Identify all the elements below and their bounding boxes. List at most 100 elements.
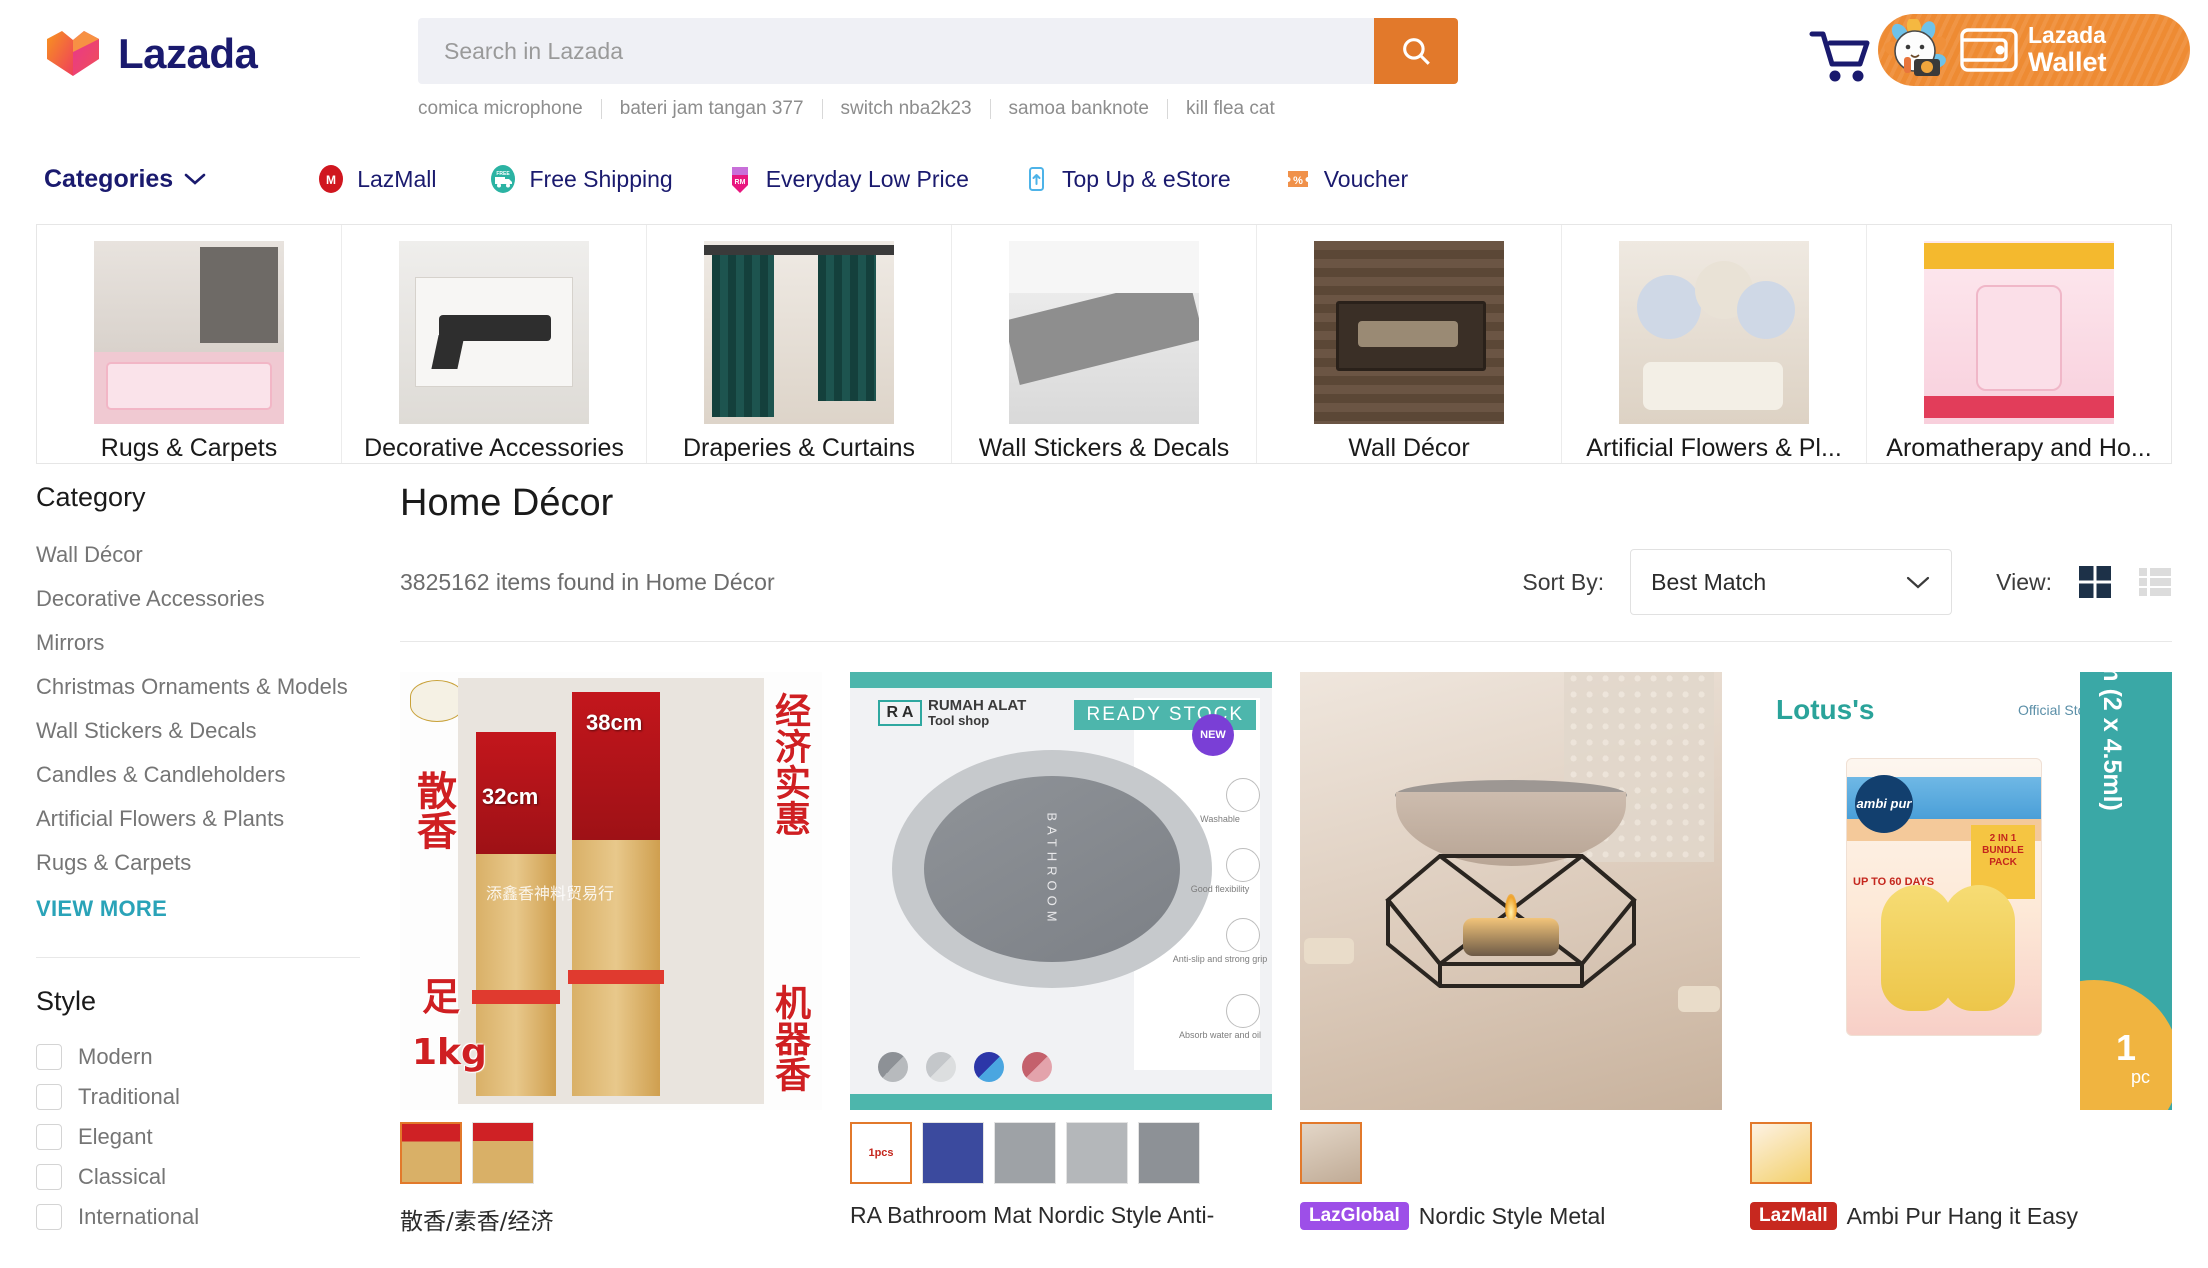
suggestion-3[interactable]: samoa banknote: [1009, 98, 1150, 120]
product-card[interactable]: LazGlobal Nordic Style Metal: [1300, 672, 1722, 1236]
seller-watermark-icon: [410, 680, 464, 722]
style-filter-elegant[interactable]: Elegant: [36, 1117, 360, 1157]
divider: [601, 99, 602, 119]
lazmall-badge: LazMall: [1750, 1202, 1837, 1230]
style-filter-label: Traditional: [78, 1077, 180, 1117]
nav-link-label: LazMall: [357, 166, 436, 193]
variant-thumbnail[interactable]: [400, 1122, 462, 1184]
nav-link-label: Voucher: [1324, 166, 1408, 193]
product-image: R A RUMAH ALAT Tool shop READY STOCK BAT…: [850, 672, 1272, 1110]
category-cell-wall-decor[interactable]: Wall Décor: [1257, 225, 1562, 463]
cart-button[interactable]: [1808, 28, 1872, 84]
category-label: Artificial Flowers & Pl...: [1586, 434, 1842, 463]
category-carousel[interactable]: Rugs & Carpets Decorative Accessories Dr…: [36, 224, 2172, 464]
style-filter-modern[interactable]: Modern: [36, 1037, 360, 1077]
variant-thumbnail[interactable]: [1066, 1122, 1128, 1184]
style-filter-classical[interactable]: Classical: [36, 1157, 360, 1197]
lazada-heart-icon: [44, 28, 102, 80]
sidebar-item-artificial-flowers[interactable]: Artificial Flowers & Plants: [36, 797, 360, 841]
checkbox[interactable]: [36, 1204, 62, 1230]
grid-view-icon[interactable]: [2078, 565, 2112, 599]
lazada-wallet-banner[interactable]: Lazada Wallet: [1878, 14, 2190, 86]
product-card[interactable]: 32cm 38cm 散香 足 1kg 经济实惠 机器香 添鑫香神料贸易行 散香/…: [400, 672, 822, 1236]
style-filter-traditional[interactable]: Traditional: [36, 1077, 360, 1117]
brand-name: ambi pur: [1857, 797, 1912, 811]
nav-link-free-shipping[interactable]: FREE Free Shipping: [488, 164, 672, 194]
category-cell-decorative-accessories[interactable]: Decorative Accessories: [342, 225, 647, 463]
suggestion-4[interactable]: kill flea cat: [1186, 98, 1275, 120]
toolbar-divider: [400, 641, 2172, 642]
color-swatch-gray-dark[interactable]: [878, 1052, 908, 1082]
lazada-logo-text: Lazada: [118, 30, 257, 78]
quantity-number: 1: [2116, 1030, 2136, 1066]
color-swatch-gray-light[interactable]: [926, 1052, 956, 1082]
color-swatch-blue[interactable]: [974, 1052, 1004, 1082]
feature-icon-absorb: [1226, 994, 1260, 1028]
categories-menu-button[interactable]: Categories: [44, 165, 206, 194]
nav-link-lazmall[interactable]: M LazMall: [316, 164, 436, 194]
nav-link-topup-estore[interactable]: Top Up & eStore: [1021, 164, 1231, 194]
style-filter-label: Elegant: [78, 1117, 153, 1157]
promo-text-right-bottom: 机器香: [770, 984, 808, 1092]
search-input[interactable]: [418, 18, 1374, 84]
category-label: Wall Stickers & Decals: [979, 434, 1230, 463]
shop-code: R A: [878, 700, 922, 726]
sidebar-item-decorative-accessories[interactable]: Decorative Accessories: [36, 577, 360, 621]
mobile-topup-icon: [1021, 164, 1051, 194]
product-card[interactable]: Lotus's Official Store ambi pur 2 IN 1 B…: [1750, 672, 2172, 1236]
shop-subname: Tool shop: [928, 714, 1026, 728]
suggestion-2[interactable]: switch nba2k23: [841, 98, 972, 120]
sidebar-item-wall-stickers[interactable]: Wall Stickers & Decals: [36, 709, 360, 753]
sidebar-item-candles[interactable]: Candles & Candleholders: [36, 753, 360, 797]
variant-thumbnail[interactable]: 1pcs: [850, 1122, 912, 1184]
product-title-row: 散香/素香/经济: [400, 1202, 822, 1236]
sidebar-item-mirrors[interactable]: Mirrors: [36, 621, 360, 665]
svg-text:FREE: FREE: [497, 171, 511, 177]
suggestion-0[interactable]: comica microphone: [418, 98, 583, 120]
product-title: RA Bathroom Mat Nordic Style Anti-: [850, 1202, 1214, 1229]
checkbox[interactable]: [36, 1124, 62, 1150]
variant-thumbnails: 1pcs: [850, 1122, 1272, 1184]
lazada-logo[interactable]: Lazada: [44, 28, 257, 80]
checkbox[interactable]: [36, 1164, 62, 1190]
variant-thumbnail[interactable]: [1300, 1122, 1362, 1184]
site-header: Lazada comica microphone bateri jam tang…: [0, 0, 2208, 148]
category-cell-aromatherapy-home[interactable]: Aromatherapy and Ho...: [1867, 225, 2171, 463]
sidebar-item-rugs-carpets[interactable]: Rugs & Carpets: [36, 841, 360, 885]
nav-link-label: Top Up & eStore: [1062, 166, 1231, 193]
category-label: Wall Décor: [1348, 434, 1469, 463]
variant-thumbnail[interactable]: [994, 1122, 1056, 1184]
sidebar-item-christmas-ornaments[interactable]: Christmas Ornaments & Models: [36, 665, 360, 709]
product-card[interactable]: R A RUMAH ALAT Tool shop READY STOCK BAT…: [850, 672, 1272, 1236]
category-label: Decorative Accessories: [364, 434, 624, 463]
category-thumbnail: [1924, 241, 2114, 424]
categories-label: Categories: [44, 165, 173, 194]
variant-thumbnail[interactable]: [472, 1122, 534, 1184]
sidebar-item-wall-decor[interactable]: Wall Décor: [36, 533, 360, 577]
search-button[interactable]: [1374, 18, 1458, 84]
sort-by-select[interactable]: Best Match: [1630, 549, 1952, 615]
variant-thumbnail[interactable]: [922, 1122, 984, 1184]
checkbox[interactable]: [36, 1084, 62, 1110]
variant-thumbnails: [400, 1122, 822, 1184]
category-cell-rugs-carpets[interactable]: Rugs & Carpets: [37, 225, 342, 463]
promo-text-left-top: 散香: [412, 770, 454, 850]
category-cell-wall-stickers-decals[interactable]: Wall Stickers & Decals: [952, 225, 1257, 463]
nav-link-voucher[interactable]: % Voucher: [1283, 164, 1408, 194]
nav-link-everyday-low-price[interactable]: RM Everyday Low Price: [725, 164, 969, 194]
view-label: View:: [1996, 569, 2052, 596]
product-title: Nordic Style Metal: [1419, 1203, 1606, 1230]
style-filter-label: International: [78, 1197, 199, 1237]
color-swatch-pink[interactable]: [1022, 1052, 1052, 1082]
category-cell-artificial-flowers-plants[interactable]: Artificial Flowers & Pl...: [1562, 225, 1867, 463]
style-filter-international[interactable]: International: [36, 1197, 360, 1237]
suggestion-1[interactable]: bateri jam tangan 377: [620, 98, 804, 120]
view-more-button[interactable]: VIEW MORE: [36, 885, 360, 933]
list-view-icon[interactable]: [2138, 565, 2172, 599]
sidebar-divider: [36, 957, 360, 958]
variant-thumbnail[interactable]: [1138, 1122, 1200, 1184]
wallet-label-line2: Wallet: [2028, 49, 2107, 76]
variant-thumbnail[interactable]: [1750, 1122, 1812, 1184]
checkbox[interactable]: [36, 1044, 62, 1070]
category-cell-draperies-curtains[interactable]: Draperies & Curtains: [647, 225, 952, 463]
